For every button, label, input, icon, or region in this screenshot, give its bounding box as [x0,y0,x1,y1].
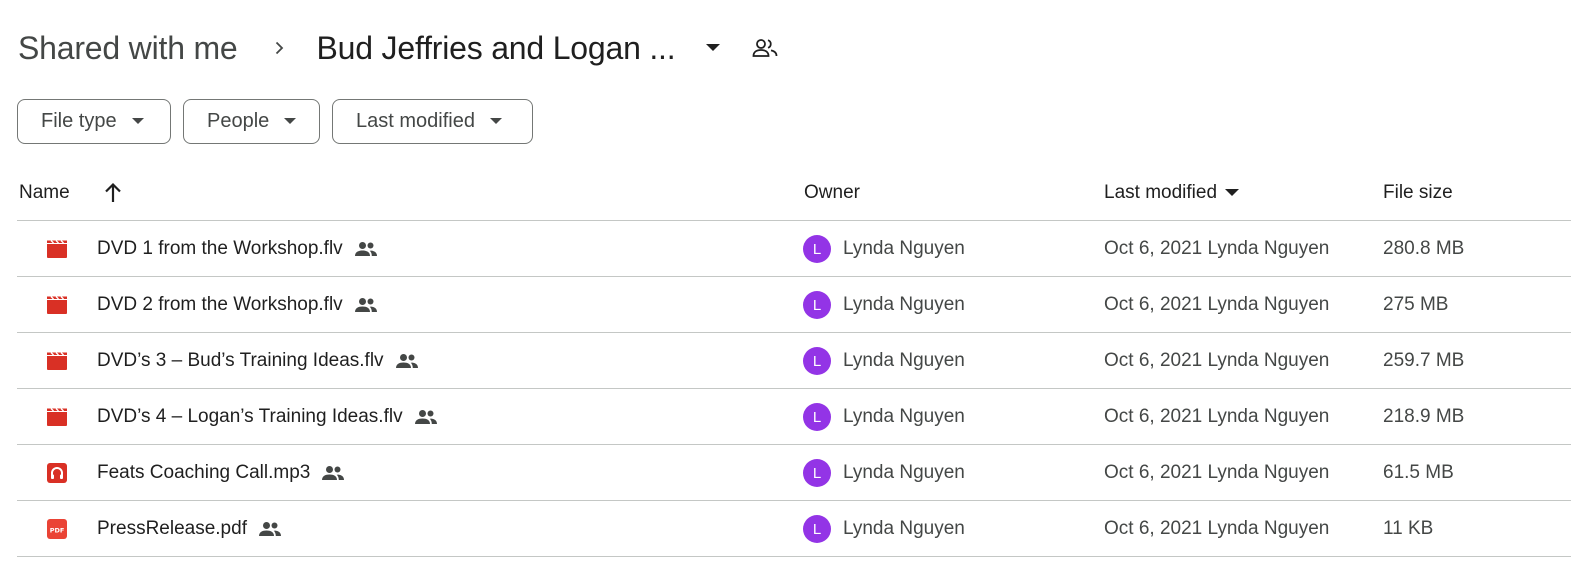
last-modified-cell: Oct 6, 2021 Lynda Nguyen [1104,350,1330,371]
file-name-cell[interactable]: DVD’s 4 – Logan’s Training Ideas.flv [97,389,438,445]
sort-dropdown-icon [1225,189,1240,197]
video-file-icon [45,333,69,389]
file-size-cell: 11 KB [1383,518,1434,539]
breadcrumb: Shared with me Bud Jeffries and Logan ..… [18,22,779,74]
owner-name: Lynda Nguyen [843,462,965,483]
column-header-file-size: File size [1383,182,1453,203]
last-modified-cell: Oct 6, 2021 Lynda Nguyen [1104,294,1330,315]
file-name: DVD 2 from the Workshop.flv [97,294,343,315]
file-name: Feats Coaching Call.mp3 [97,462,311,483]
avatar: L [803,459,831,487]
avatar: L [803,235,831,263]
column-header-last-modified[interactable]: Last modified [1104,165,1240,221]
table-row[interactable]: DVD’s 3 – Bud’s Training Ideas.flv L Lynda… [17,333,1571,389]
owner-name: Lynda Nguyen [843,518,965,539]
table-row[interactable]: Feats Coaching Call.mp3 L Lynda Nguyen Oct … [17,445,1571,501]
shared-icon [354,293,378,317]
shared-icon [258,517,282,541]
table-row[interactable]: PDF PressRelease.pdf L Lynda Nguyen Oct 6, 2… [17,501,1571,557]
table-row[interactable]: DVD’s 4 – Logan’s Training Ideas.flv L Lyn… [17,389,1571,445]
last-modified-filter-label: Last modified [356,110,475,132]
video-file-icon [45,389,69,445]
last-modified-filter[interactable]: Last modified [332,99,533,144]
svg-text:PDF: PDF [50,527,65,535]
shared-icon [354,237,378,261]
last-modified-cell: Oct 6, 2021 Lynda Nguyen [1104,518,1330,539]
dropdown-arrow-icon [283,115,297,129]
table-row[interactable]: DVD 2 from the Workshop.flv L Lynda Nguyen… [17,277,1571,333]
owner-name: Lynda Nguyen [843,294,965,315]
column-header-name[interactable]: Name [19,165,70,221]
column-header-last-modified-label: Last modified [1104,182,1218,203]
pdf-file-icon: PDF [45,501,69,557]
people-filter-label: People [207,110,270,132]
shared-people-icon[interactable] [751,34,779,62]
file-name-cell[interactable]: DVD 2 from the Workshop.flv [97,277,378,333]
current-folder-title[interactable]: Bud Jeffries and Logan ... [317,30,724,67]
shared-icon [395,349,419,373]
file-name: DVD’s 3 – Bud’s Training Ideas.flv [97,350,384,371]
owner-cell: L Lynda Nguyen [803,221,965,277]
file-size-cell: 280.8 MB [1383,238,1465,259]
current-folder-label: Bud Jeffries and Logan ... [316,29,676,66]
table-header: Name Owner Last modified File size [17,165,1571,221]
avatar: L [803,515,831,543]
last-modified-cell: Oct 6, 2021 Lynda Nguyen [1104,406,1330,427]
column-header-owner: Owner [804,182,860,203]
file-list: Name Owner Last modified File size DVD 1… [17,165,1571,557]
file-name: DVD’s 4 – Logan’s Training Ideas.flv [97,406,403,427]
file-name-cell[interactable]: PressRelease.pdf [97,501,282,557]
last-modified-cell: Oct 6, 2021 Lynda Nguyen [1104,238,1330,259]
owner-name: Lynda Nguyen [843,238,965,259]
file-size-cell: 61.5 MB [1383,462,1454,483]
owner-cell: L Lynda Nguyen [803,277,965,333]
folder-menu-dropdown-icon[interactable] [703,38,723,58]
shared-icon [414,405,438,429]
breadcrumb-shared-with-me[interactable]: Shared with me [18,30,238,67]
avatar: L [803,291,831,319]
owner-cell: L Lynda Nguyen [803,445,965,501]
last-modified-cell: Oct 6, 2021 Lynda Nguyen [1104,462,1330,483]
dropdown-arrow-icon [131,115,145,129]
sort-ascending-arrow-icon[interactable] [103,182,125,204]
owner-name: Lynda Nguyen [843,350,965,371]
owner-cell: L Lynda Nguyen [803,333,965,389]
owner-cell: L Lynda Nguyen [803,501,965,557]
file-name-cell[interactable]: DVD 1 from the Workshop.flv [97,221,378,277]
file-size-cell: 218.9 MB [1383,406,1465,427]
filter-chips: File type People Last modified [17,99,533,144]
chevron-right-icon [271,40,287,56]
file-size-cell: 259.7 MB [1383,350,1465,371]
people-filter[interactable]: People [183,99,320,144]
avatar: L [803,347,831,375]
file-type-filter[interactable]: File type [17,99,171,144]
table-row[interactable]: DVD 1 from the Workshop.flv L Lynda Nguyen… [17,221,1571,277]
dropdown-arrow-icon [489,115,503,129]
audio-file-icon [45,445,69,501]
file-name-cell[interactable]: Feats Coaching Call.mp3 [97,445,345,501]
video-file-icon [45,277,69,333]
file-name-cell[interactable]: DVD’s 3 – Bud’s Training Ideas.flv [97,333,419,389]
shared-icon [321,461,345,485]
file-name: PressRelease.pdf [97,518,247,539]
avatar: L [803,403,831,431]
video-file-icon [45,221,69,277]
owner-name: Lynda Nguyen [843,406,965,427]
file-name: DVD 1 from the Workshop.flv [97,238,343,259]
file-size-cell: 275 MB [1383,294,1449,315]
owner-cell: L Lynda Nguyen [803,389,965,445]
file-type-filter-label: File type [41,110,117,132]
